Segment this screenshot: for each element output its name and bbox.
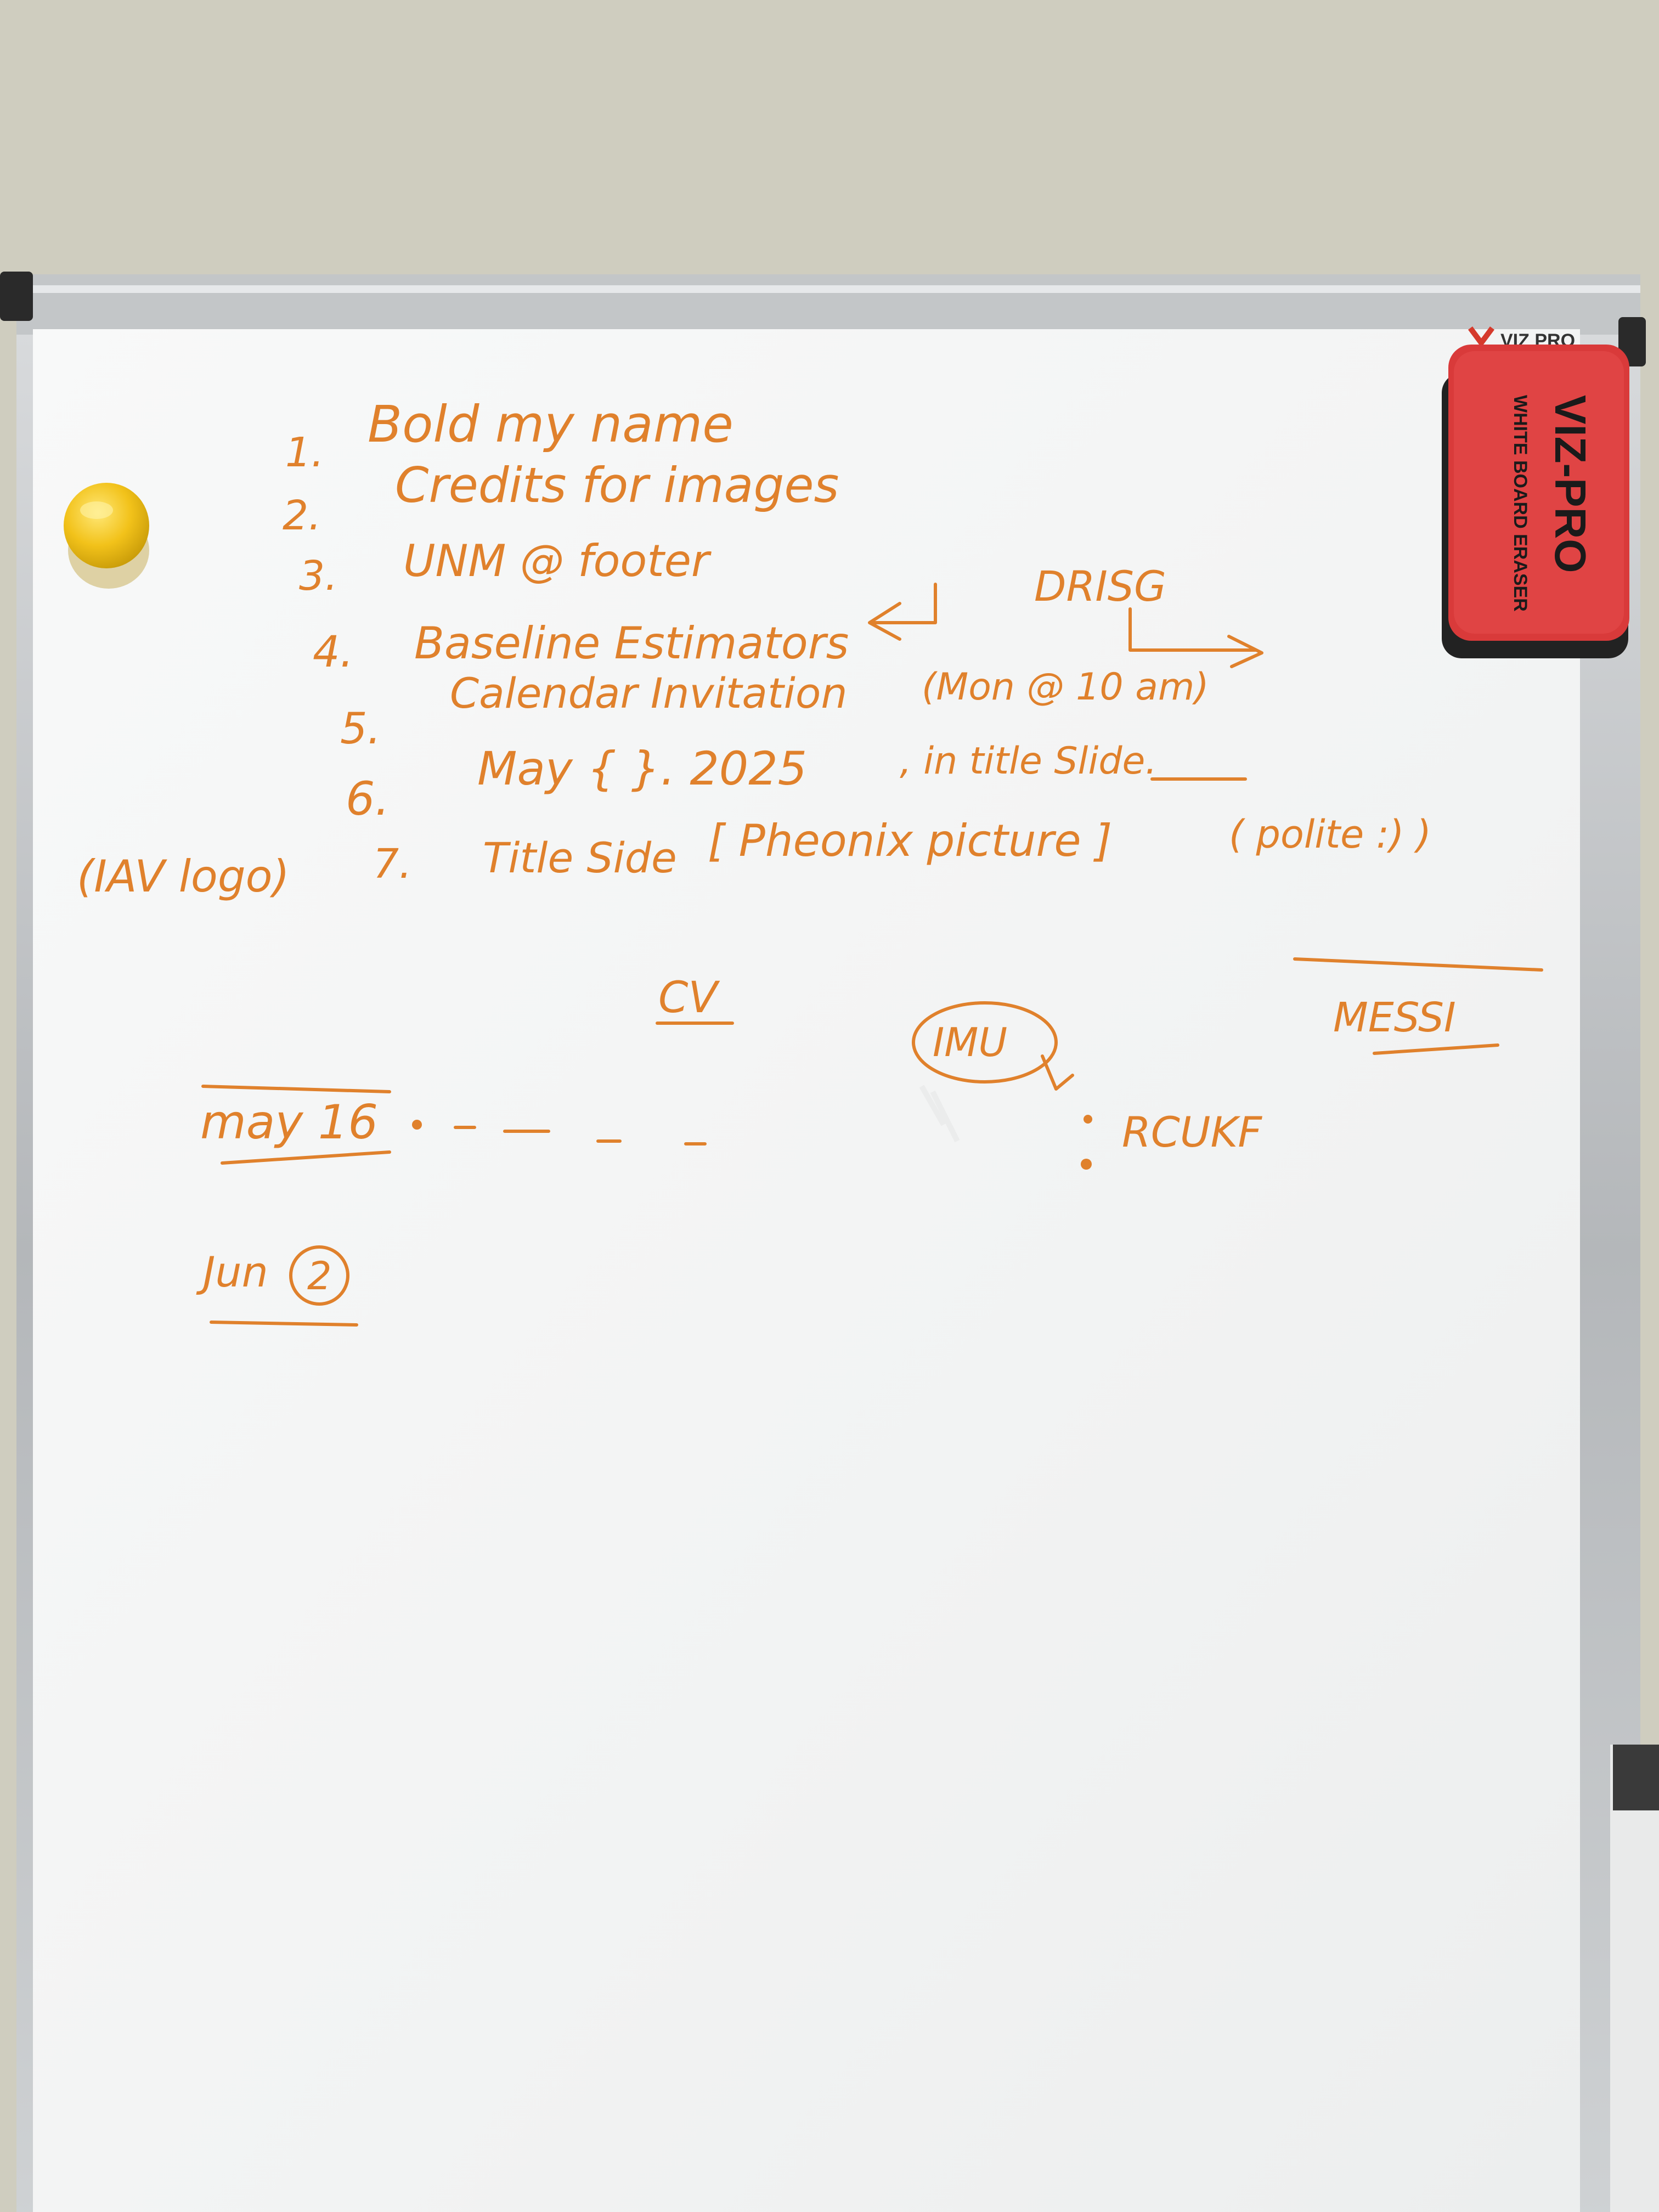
list-item-1-text: Bold my name [368,395,733,454]
list-item-1-number: 1. [285,429,324,476]
list-item-2-number: 2. [283,492,321,539]
list-item-6-number: 6. [346,772,390,826]
list-item-7-number: 7. [373,840,412,888]
phoenix-picture-note: [ Pheonix picture ] [708,815,1112,866]
whiteboard-frame-top [16,274,1640,335]
polite-note: ( polite :) ) [1229,812,1431,857]
iav-logo-note: (IAV logo) [77,851,290,902]
jun-day-label: 2 [307,1254,332,1299]
messi-label: MESSI [1333,994,1456,1041]
list-item-5-text: Calendar Invitation [450,669,848,718]
eraser-subtitle: WHITE BOARD ERASER [1510,395,1531,612]
cv-label: CV [658,973,720,1023]
list-item-4-text: Baseline Estimators [414,618,849,669]
stand-right [1610,1745,1659,2212]
eraser-title: VIZ-PRO [1546,395,1595,573]
jun-label: Jun [196,1248,268,1296]
title-slide-note: , in title Slide. [900,740,1157,783]
list-item-2-text: Credits for images [395,457,839,514]
imu-label: IMU [933,1019,1007,1065]
rcukf-label: RCUKF [1122,1108,1262,1156]
frame-corner-left [0,272,33,321]
list-item-7-text: Title Side [483,833,677,882]
whiteboard-eraser[interactable]: VIZ-PRO WHITE BOARD ERASER [1442,345,1629,658]
whiteboard-scene: VIZ PRO VIZ-PRO WHITE BOARD ERASER 1. Bo… [0,0,1659,2212]
whiteboard [0,272,1659,2212]
drisg-label: DRISG [1034,562,1166,611]
list-item-3-number: 3. [299,552,338,600]
list-item-4-number: 4. [313,628,353,677]
magnet-icon[interactable] [64,483,149,589]
may16-label: may 16 [200,1095,378,1150]
list-item-6-text: May { }. 2025 [477,742,807,795]
list-item-5-number: 5. [340,704,381,754]
calendar-time-note: (Mon @ 10 am) [922,665,1209,709]
list-item-3-text: UNM @ footer [403,535,712,586]
